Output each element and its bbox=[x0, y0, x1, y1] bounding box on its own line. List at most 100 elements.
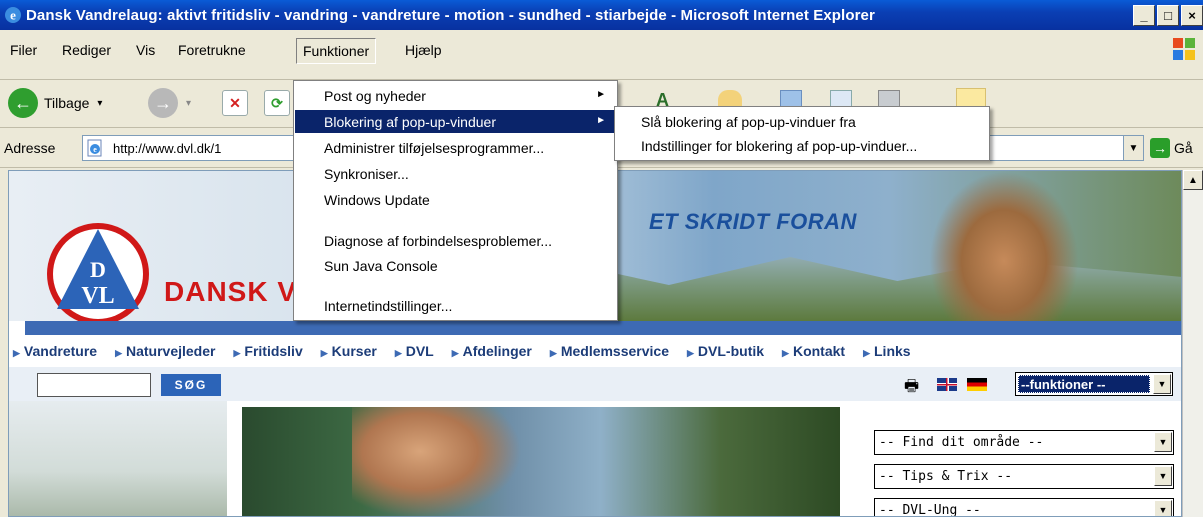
nav-medlemsservice[interactable]: ▶ Medlemsservice bbox=[550, 343, 669, 359]
menu-foretrukne[interactable]: Foretrukne bbox=[178, 42, 246, 58]
back-button[interactable]: ← Tilbage ▾ bbox=[8, 88, 102, 118]
nav-kurser[interactable]: ▶ Kurser bbox=[321, 343, 377, 359]
site-nav: ▶ Vandreture ▶ Naturvejleder ▶ Fritidsliv ▶… bbox=[9, 335, 1181, 367]
scroll-up-icon[interactable]: ▲ bbox=[1183, 170, 1203, 190]
page-icon: e bbox=[87, 139, 102, 157]
blue-band bbox=[25, 321, 1181, 335]
nav-naturvejleder[interactable]: ▶ Naturvejleder bbox=[115, 343, 215, 359]
window-controls: _ □ × bbox=[1133, 5, 1203, 26]
submenu-item-blocker-settings[interactable]: Indstillinger for blokering af pop-up-vi… bbox=[641, 138, 917, 154]
triangle-icon: ▶ bbox=[687, 348, 694, 358]
go-arrow-icon: → bbox=[1150, 138, 1170, 158]
svg-text:e: e bbox=[10, 8, 16, 23]
menu-rediger[interactable]: Rediger bbox=[62, 42, 111, 58]
triangle-icon: ▶ bbox=[451, 348, 459, 358]
menu-funktioner[interactable]: Funktioner bbox=[296, 38, 377, 64]
popup-blocker-submenu: Slå blokering af pop-up-vinduer fra Inds… bbox=[614, 106, 990, 161]
title-bar: e Dansk Vandrelaug: aktivt fritidsliv - … bbox=[0, 0, 1203, 30]
triangle-icon: ▶ bbox=[233, 348, 241, 358]
hiker-legs-image bbox=[352, 407, 522, 516]
back-label: Tilbage bbox=[44, 95, 90, 111]
menu-separator bbox=[298, 216, 613, 217]
funktioner-select[interactable]: --funktioner -- ▼ bbox=[1015, 372, 1173, 396]
forward-button[interactable]: → ▾ bbox=[148, 88, 191, 118]
ie-window: e Dansk Vandrelaug: aktivt fritidsliv - … bbox=[0, 0, 1203, 517]
menu-hjaelp[interactable]: Hjælp bbox=[405, 42, 442, 58]
german-flag-icon[interactable] bbox=[967, 378, 987, 391]
refresh-icon: ⟳ bbox=[264, 90, 290, 116]
submenu-arrow-icon: ► bbox=[596, 89, 606, 100]
dvl-ung-select[interactable]: -- DVL-Ung -- ▼ bbox=[874, 498, 1174, 516]
back-dropdown-icon[interactable]: ▾ bbox=[97, 98, 102, 109]
right-column: -- Find dit område -- ▼ -- Tips & Trix -… bbox=[844, 401, 1181, 516]
tips-select[interactable]: -- Tips & Trix -- ▼ bbox=[874, 464, 1174, 489]
forward-arrow-icon: → bbox=[148, 88, 178, 118]
dvl-logo-icon[interactable]: D VL bbox=[45, 221, 151, 327]
menu-item-sync[interactable]: Synkroniser... bbox=[295, 162, 616, 185]
funktioner-select-value: --funktioner -- bbox=[1018, 375, 1150, 393]
stop-icon: ✕ bbox=[222, 90, 248, 116]
nav-afdelinger[interactable]: ▶ Afdelinger bbox=[452, 343, 532, 359]
address-dropdown-icon[interactable]: ▼ bbox=[1123, 136, 1143, 160]
refresh-button[interactable]: ⟳ bbox=[264, 90, 290, 116]
menu-filer[interactable]: Filer bbox=[10, 42, 37, 58]
site-search-input[interactable] bbox=[37, 373, 151, 397]
menu-item-diagnose[interactable]: Diagnose af forbindelsesproblemer... bbox=[295, 229, 616, 252]
address-label: Adresse bbox=[4, 140, 56, 156]
menu-item-addons[interactable]: Administrer tilføjelsesprogrammer... bbox=[295, 136, 616, 159]
hiker-leg-image bbox=[929, 171, 1079, 321]
triangle-icon: ▶ bbox=[320, 348, 328, 358]
nav-fritidsliv[interactable]: ▶ Fritidsliv bbox=[233, 343, 302, 359]
menu-item-windows-update[interactable]: Windows Update bbox=[295, 188, 616, 211]
stop-button[interactable]: ✕ bbox=[222, 90, 248, 116]
menu-vis[interactable]: Vis bbox=[136, 42, 155, 58]
back-arrow-icon: ← bbox=[8, 88, 38, 118]
chevron-down-icon[interactable]: ▼ bbox=[1153, 374, 1171, 394]
svg-text:VL: VL bbox=[81, 283, 114, 309]
svg-text:e: e bbox=[93, 145, 97, 154]
triangle-icon: ▶ bbox=[782, 348, 789, 358]
uk-flag-icon[interactable] bbox=[937, 378, 957, 391]
triangle-icon: ▶ bbox=[549, 348, 557, 358]
nav-dvl-butik[interactable]: ▶ DVL-butik bbox=[687, 343, 764, 359]
menu-bar: Filer Rediger Vis Foretrukne Funktioner … bbox=[0, 30, 1203, 80]
forward-dropdown-icon[interactable]: ▾ bbox=[186, 98, 191, 109]
left-photo bbox=[9, 401, 227, 516]
triangle-icon: ▶ bbox=[863, 348, 870, 358]
triangle-icon: ▶ bbox=[394, 348, 402, 358]
ie-icon: e bbox=[5, 7, 21, 23]
menu-item-java-console[interactable]: Sun Java Console bbox=[295, 254, 616, 277]
window-title: Dansk Vandrelaug: aktivt fritidsliv - va… bbox=[26, 7, 875, 24]
vertical-scrollbar[interactable]: ▲ bbox=[1182, 170, 1203, 517]
find-area-select[interactable]: -- Find dit område -- ▼ bbox=[874, 430, 1174, 455]
nav-vandreture[interactable]: ▶ Vandreture bbox=[13, 343, 97, 359]
chevron-down-icon[interactable]: ▼ bbox=[1154, 466, 1172, 486]
funktioner-dropdown: Post og nyheder ► Blokering af pop-up-vi… bbox=[293, 80, 618, 321]
brand-name: DANSK V bbox=[164, 276, 298, 307]
submenu-item-disable-blocker[interactable]: Slå blokering af pop-up-vinduer fra bbox=[641, 114, 856, 130]
go-label: Gå bbox=[1174, 140, 1193, 156]
address-url: http://www.dvl.dk/1 bbox=[113, 141, 222, 156]
chevron-down-icon[interactable]: ▼ bbox=[1154, 432, 1172, 452]
search-row: SØG 🖶 --funktioner -- ▼ bbox=[9, 367, 1181, 402]
maximize-button[interactable]: □ bbox=[1157, 5, 1179, 26]
triangle-icon: ▶ bbox=[115, 348, 122, 358]
svg-text:D: D bbox=[90, 257, 106, 282]
minimize-button[interactable]: _ bbox=[1133, 5, 1155, 26]
windows-logo-icon bbox=[1173, 38, 1195, 60]
chevron-down-icon[interactable]: ▼ bbox=[1154, 500, 1172, 516]
menu-item-internet-options[interactable]: Internetindstillinger... bbox=[295, 294, 616, 317]
go-button[interactable]: → Gå bbox=[1150, 138, 1193, 158]
triangle-icon: ▶ bbox=[13, 348, 20, 358]
menu-item-popup-blocker[interactable]: Blokering af pop-up-vinduer ► bbox=[295, 110, 616, 133]
nav-dvl[interactable]: ▶ DVL bbox=[395, 343, 434, 359]
slogan: ET SKRIDT FORAN bbox=[649, 209, 857, 234]
nav-links[interactable]: ▶ Links bbox=[863, 343, 911, 359]
close-button[interactable]: × bbox=[1181, 5, 1203, 26]
menu-item-post[interactable]: Post og nyheder ► bbox=[295, 84, 616, 107]
submenu-arrow-icon: ► bbox=[596, 115, 606, 126]
menu-separator bbox=[298, 283, 613, 284]
nav-kontakt[interactable]: ▶ Kontakt bbox=[782, 343, 845, 359]
search-submit-button[interactable]: SØG bbox=[161, 374, 221, 396]
print-icon[interactable]: 🖶 bbox=[904, 375, 919, 402]
